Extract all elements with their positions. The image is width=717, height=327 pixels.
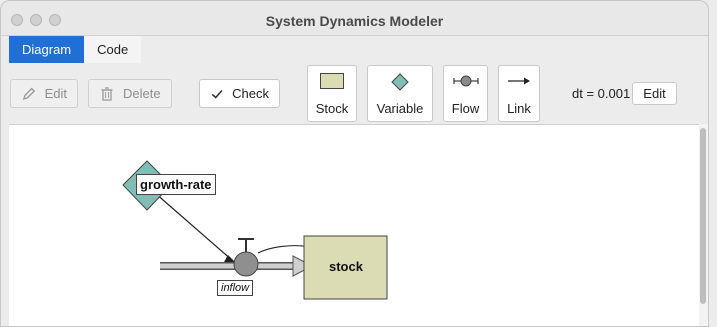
dt-value: dt = 0.001: [572, 86, 631, 101]
toolbar: Edit Delete Check Stock Variable Flow Li…: [1, 63, 708, 123]
tab-diagram[interactable]: Diagram: [9, 36, 85, 63]
diagram-canvas[interactable]: growth-rate inflow stock: [9, 124, 699, 326]
edit-button[interactable]: Edit: [10, 79, 78, 108]
variable-label[interactable]: growth-rate: [136, 174, 216, 195]
edit-button-label: Edit: [44, 86, 67, 101]
variable-tool-button[interactable]: Variable: [367, 65, 433, 122]
pencil-icon: [22, 87, 36, 100]
flow-tool-button[interactable]: Flow: [443, 65, 488, 122]
flow-label[interactable]: inflow: [217, 280, 254, 296]
flow-tool-label: Flow: [451, 101, 480, 116]
diagram-svg: [122, 160, 388, 300]
stock-label: stock: [329, 259, 363, 274]
checkmark-icon: [211, 89, 223, 99]
link-tool-label: Link: [507, 101, 531, 116]
stock-tool-button[interactable]: Stock: [307, 65, 357, 122]
scrollbar-thumb[interactable]: [700, 128, 706, 304]
dt-edit-button[interactable]: Edit: [632, 82, 677, 105]
link-tool-button[interactable]: Link: [498, 65, 540, 122]
vertical-scrollbar[interactable]: [699, 124, 708, 326]
stock-tool-label: Stock: [315, 101, 349, 116]
delete-button[interactable]: Delete: [88, 79, 172, 108]
title-bar: System Dynamics Modeler: [1, 1, 708, 36]
trash-icon: [101, 86, 113, 101]
variable-tool-label: Variable: [376, 101, 424, 116]
flow-valve-icon: [452, 75, 479, 87]
tab-bar: Diagram Code: [9, 36, 142, 63]
variable-diamond-icon: [391, 73, 409, 91]
app-window: System Dynamics Modeler Diagram Code Edi…: [0, 0, 709, 327]
tab-code[interactable]: Code: [84, 36, 142, 63]
check-button[interactable]: Check: [199, 79, 280, 108]
stock-icon: [320, 73, 344, 89]
window-title: System Dynamics Modeler: [265, 13, 444, 29]
flow-valve[interactable]: [233, 238, 259, 277]
check-button-label: Check: [232, 86, 269, 101]
delete-button-label: Delete: [123, 86, 161, 101]
arrow-right-icon: [508, 77, 530, 85]
